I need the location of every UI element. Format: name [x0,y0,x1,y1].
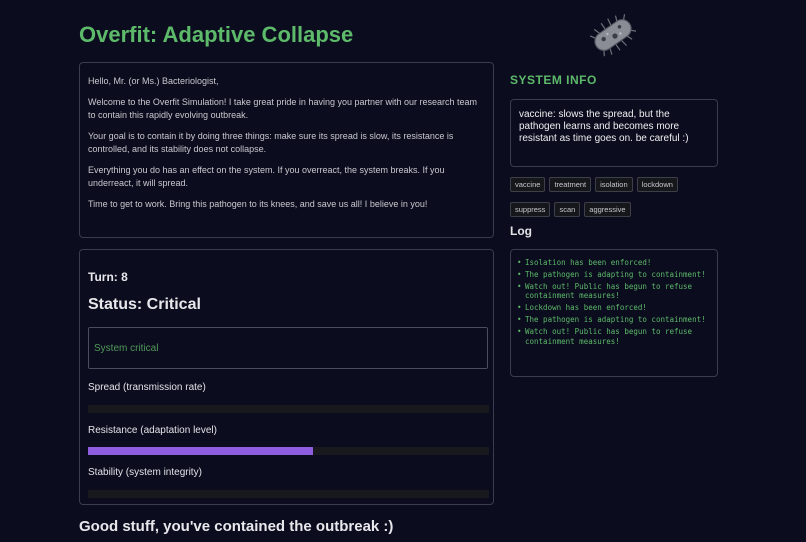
log-entry: Watch out! Public has begun to refuse co… [517,282,711,302]
intro-panel: Hello, Mr. (or Ms.) Bacteriologist, Welc… [79,62,494,238]
log-entry: Lockdown has been enforced! [517,303,711,313]
turn-counter: Turn: 8 [88,270,128,284]
log-panel: Isolation has been enforced! The pathoge… [510,249,718,377]
intro-greeting: Hello, Mr. (or Ms.) Bacteriologist, [88,76,219,86]
stability-meter [88,490,489,498]
aggressive-button[interactable]: aggressive [584,202,631,217]
resistance-meter-fill [88,447,313,455]
isolation-button[interactable]: isolation [595,177,633,192]
status-alert-box: System critical [88,327,488,369]
intro-paragraph: Your goal is to contain it by doing thre… [88,131,454,154]
system-info-heading: SYSTEM INFO [510,73,597,87]
log-heading: Log [510,224,532,238]
intro-paragraph: Time to get to work. Bring this pathogen… [88,199,428,209]
command-buttons: vaccine treatment isolation lockdown suppre… [510,174,725,224]
suppress-button[interactable]: suppress [510,202,551,217]
status-heading: Status: Critical [88,296,201,313]
outcome-message: Good stuff, you've contained the outbrea… [79,518,394,535]
log-entry: The pathogen is adapting to containment! [517,315,711,325]
vaccine-button[interactable]: vaccine [510,177,546,192]
intro-paragraph: Welcome to the Overfit Simulation! I tak… [88,97,478,120]
game-title: Overfit: Adaptive Collapse [79,22,354,47]
spread-meter [88,405,489,413]
treatment-button[interactable]: treatment [549,177,592,192]
game-panel: Turn: 8 Status: Critical System critical… [79,249,494,505]
lockdown-button[interactable]: lockdown [636,177,678,192]
log-entry: Isolation has been enforced! [517,258,711,268]
bacteria-icon [590,14,636,57]
resistance-meter [88,447,489,455]
stability-meter-label: Stability (system integrity) [88,467,202,478]
intro-paragraph: Everything you do has an effect on the s… [88,165,445,188]
log-entry: Watch out! Public has begun to refuse co… [517,327,711,347]
system-info-box: vaccine: slows the spread, but the patho… [510,99,718,167]
resistance-meter-label: Resistance (adaptation level) [88,425,217,436]
spread-meter-label: Spread (transmission rate) [88,382,206,393]
scan-button[interactable]: scan [554,202,581,217]
log-entry: The pathogen is adapting to containment! [517,270,711,280]
